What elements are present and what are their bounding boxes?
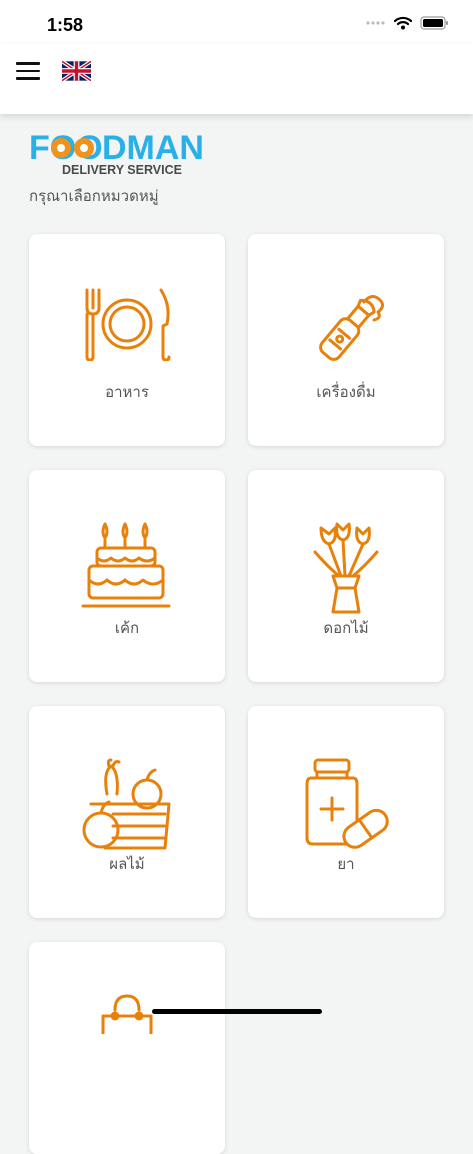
logo-text-dman: DMAN <box>102 129 204 167</box>
wifi-icon <box>394 16 412 30</box>
category-card-food[interactable]: อาหาร <box>29 234 225 446</box>
category-label-fruit: ผลไม้ <box>109 855 145 873</box>
category-card-fruit[interactable]: ผลไม้ <box>29 706 225 918</box>
category-label-drinks: เครื่องดื่ม <box>316 383 376 401</box>
logo-tagline: DELIVERY SERVICE <box>62 163 182 176</box>
category-card-drinks[interactable]: เครื่องดื่ม <box>248 234 444 446</box>
foodman-logo: FOO DMAN DELIVERY SERVICE <box>29 129 204 176</box>
category-card-flowers[interactable]: ดอกไม้ <box>248 470 444 682</box>
category-prompt: กรุณาเลือกหมวดหมู่ <box>29 187 159 205</box>
app-header <box>0 44 473 114</box>
cake-icon <box>81 522 171 608</box>
flower-bouquet-icon <box>313 522 379 614</box>
status-time: 1:58 <box>47 15 84 35</box>
hamburger-menu-icon[interactable] <box>16 62 40 82</box>
shopping-bag-icon <box>101 994 153 1034</box>
category-card-shopping[interactable] <box>29 942 225 1154</box>
category-label-cake: เค้ก <box>114 619 140 637</box>
category-label-medicine: ยา <box>337 855 355 873</box>
fruit-basket-icon <box>82 758 171 850</box>
status-bar: 1:58 <box>0 0 473 44</box>
status-icons <box>366 16 449 30</box>
category-label-flowers: ดอกไม้ <box>323 619 369 637</box>
home-indicator[interactable] <box>152 1009 322 1014</box>
battery-icon <box>420 16 448 30</box>
category-card-medicine[interactable]: ยา <box>248 706 444 918</box>
bottle-icon <box>319 295 385 361</box>
category-label-food: อาหาร <box>105 383 149 401</box>
uk-flag-icon[interactable] <box>62 61 91 81</box>
plate-fork-knife-icon <box>85 288 171 361</box>
medicine-icon <box>305 758 389 849</box>
signal-icon <box>366 21 385 25</box>
category-card-cake[interactable]: เค้ก <box>29 470 225 682</box>
